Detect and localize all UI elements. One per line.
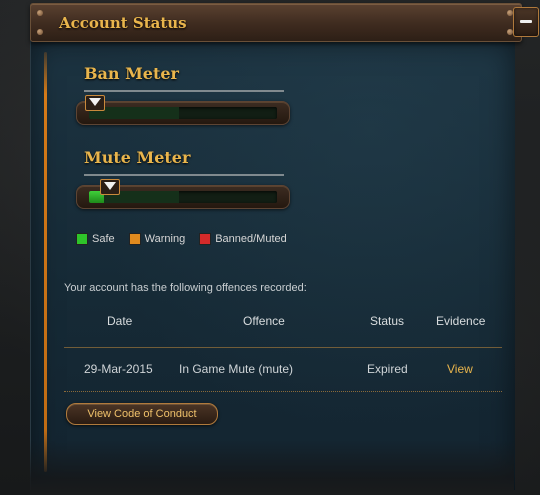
banned-swatch <box>199 233 212 245</box>
ban-meter-track <box>89 107 277 119</box>
view-evidence-link[interactable]: View <box>447 362 473 376</box>
mute-meter-title: Mute Meter <box>84 148 191 167</box>
safe-swatch <box>76 233 88 245</box>
legend-item-banned: Banned/Muted <box>199 233 287 245</box>
row-date: 29-Mar-2015 <box>84 362 153 376</box>
panel-title: Account Status <box>59 14 187 32</box>
panel-footer-texture <box>30 440 514 495</box>
triangle-down-icon <box>89 98 101 106</box>
header-offence: Offence <box>243 314 285 328</box>
rivet-icon <box>37 10 43 16</box>
table-header-divider <box>64 347 502 348</box>
meter-legend: Safe Warning Banned/Muted <box>76 233 287 245</box>
table-row-divider <box>64 391 502 393</box>
view-code-of-conduct-button[interactable]: View Code of Conduct <box>66 403 218 425</box>
ban-meter-topline <box>84 90 284 92</box>
header-date: Date <box>107 314 133 328</box>
ban-meter-pointer <box>85 95 105 111</box>
legend-item-warning: Warning <box>128 233 186 245</box>
ban-meter <box>76 101 290 125</box>
mute-meter-topline <box>84 174 284 176</box>
minus-icon <box>520 20 532 23</box>
legend-label: Banned/Muted <box>215 233 287 245</box>
rivet-icon <box>37 29 43 35</box>
accent-line <box>44 52 47 472</box>
triangle-down-icon <box>104 182 116 190</box>
header-status: Status <box>370 314 405 328</box>
header-evidence: Evidence <box>436 314 486 328</box>
panel-header: Account Status <box>30 3 539 42</box>
collapse-button[interactable] <box>513 7 539 37</box>
ban-meter-title: Ban Meter <box>84 64 179 83</box>
row-offence: In Game Mute (mute) <box>179 362 294 376</box>
row-status: Expired <box>367 362 408 376</box>
offences-intro: Your account has the following offences … <box>64 282 307 294</box>
warning-swatch <box>128 233 141 245</box>
legend-item-safe: Safe <box>76 233 115 245</box>
legend-label: Warning <box>144 233 186 245</box>
mute-meter-pointer <box>100 179 120 195</box>
legend-label: Safe <box>92 233 115 245</box>
